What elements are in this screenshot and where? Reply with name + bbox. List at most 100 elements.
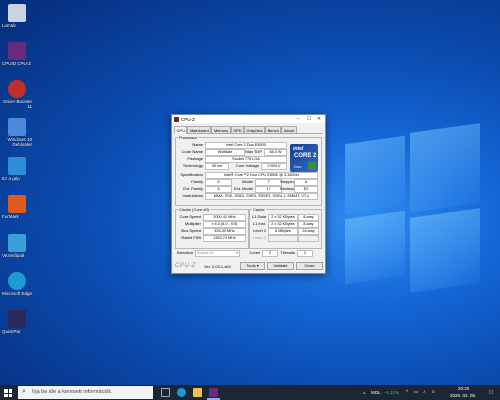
- spec-label: Specification: [180, 172, 203, 177]
- edge-taskbar-icon[interactable]: [177, 388, 186, 397]
- title-bar[interactable]: CPU-Z – ☐ ✕: [172, 115, 325, 123]
- desktop-icon-debloater[interactable]: Windows 10 Debloater: [2, 118, 32, 147]
- tab-memory[interactable]: Memory: [211, 126, 231, 133]
- cache-group-label: Cache: [252, 207, 266, 212]
- network-icon[interactable]: ▭: [414, 389, 418, 395]
- stock-name[interactable]: MOL: [371, 390, 381, 395]
- validate-button[interactable]: Validate: [267, 262, 294, 270]
- l1-data-way: 8-way: [298, 214, 319, 221]
- close-button[interactable]: Close: [296, 262, 323, 270]
- extmodel-value: 17: [255, 186, 282, 193]
- desktop-icon-cpuz[interactable]: CPUID CPU-Z: [2, 42, 32, 66]
- chevron-down-icon: ▾: [256, 263, 259, 268]
- codename-label: Code Name: [181, 149, 203, 154]
- instructions-value: MMX, SSE, SSE2, SSE3, SSSE3, SSE4.1, EM6…: [205, 193, 318, 200]
- search-box[interactable]: ⌕ Írja be ide a keresett információt.: [18, 386, 153, 399]
- package-label: Package: [187, 156, 203, 161]
- threads-value: 2: [297, 250, 313, 257]
- tab-about[interactable]: About: [281, 126, 297, 133]
- multiplier-value: x 6.0 (6.0 - 9.5): [203, 221, 246, 228]
- rated-fsb-value: 1333.74 MHz: [203, 235, 246, 242]
- multiplier-label: Multiplier: [184, 221, 201, 226]
- intel-core2-logo: intel CORE 2 Duo: [290, 144, 318, 172]
- speaker-icon[interactable]: ♪: [423, 389, 425, 394]
- notifications-icon[interactable]: ▢: [489, 389, 493, 395]
- search-icon: ⌕: [22, 388, 26, 395]
- level2-way: 24-way: [298, 228, 319, 235]
- tab-spd[interactable]: SPD: [230, 126, 245, 133]
- desktop-icon-edge[interactable]: Microsoft Edge: [2, 272, 32, 296]
- selection-label: Selection: [176, 250, 193, 255]
- extfamily-label: Ext. Family: [183, 186, 203, 191]
- desktop-icon-control-panel[interactable]: Vezérlőpult: [2, 234, 32, 258]
- clock-time[interactable]: 20:30: [458, 386, 469, 391]
- desktop-icon-this-pc[interactable]: Ez a gép: [2, 157, 32, 181]
- bus-speed-label: Bus Speed: [181, 228, 201, 233]
- l1-data-label: L1 Data: [251, 214, 266, 219]
- processor-group-label: Processor: [178, 135, 199, 140]
- selection-dropdown[interactable]: Socket #1 ▾: [195, 250, 240, 257]
- close-window-button[interactable]: ✕: [314, 115, 324, 123]
- spec-value: Intel® Core™2 Duo CPU E8500 @ 3.16GHz: [205, 172, 318, 179]
- desktop-icon-quickpar[interactable]: QuickPar: [2, 310, 32, 334]
- active-app-indicator: [207, 398, 220, 400]
- l1-inst-label: L1 Inst.: [252, 221, 266, 226]
- technology-value: 45 nm: [205, 163, 229, 170]
- start-button[interactable]: [4, 389, 12, 397]
- tab-cpu[interactable]: CPU: [174, 126, 188, 134]
- clocks-group-label: Clocks (Core #0): [178, 207, 211, 212]
- version-label: Ver. 2.03.1.x64: [204, 264, 231, 269]
- tab-bench[interactable]: Bench: [265, 126, 282, 133]
- core-speed-value: 2000.41 MHz: [203, 214, 246, 221]
- l1-inst-way: 8-way: [298, 221, 319, 228]
- revision-label: Revision: [280, 186, 296, 191]
- cores-value: 2: [262, 250, 278, 257]
- tray-chevron-icon[interactable]: ^: [406, 389, 408, 394]
- stepping-value: A: [294, 179, 318, 186]
- threads-label: Threads: [280, 250, 295, 255]
- language-icon[interactable]: ≡: [432, 389, 435, 394]
- extfamily-value: 6: [205, 186, 232, 193]
- name-value: Intel Core 2 Duo E8500: [205, 142, 287, 149]
- intel-chip-icon: [308, 162, 316, 170]
- cpuz-app-icon: [174, 116, 179, 122]
- name-label: Name: [192, 142, 203, 147]
- maximize-button[interactable]: ☐: [304, 115, 314, 123]
- taskbar: ⌕ Írja be ide a keresett információt. ▲ …: [0, 385, 500, 400]
- level3-way: [298, 235, 319, 242]
- window-title: CPU-Z: [181, 116, 195, 122]
- level3-label: Level 3: [253, 235, 266, 240]
- task-view-icon[interactable]: [161, 388, 170, 397]
- technology-label: Technology: [182, 163, 203, 168]
- file-explorer-icon[interactable]: [193, 388, 202, 397]
- model-value: 7: [255, 179, 282, 186]
- minimize-button[interactable]: –: [293, 115, 303, 123]
- tab-graphics[interactable]: Graphics: [244, 126, 266, 133]
- clock-date[interactable]: 2025. 02. 06.: [450, 393, 476, 398]
- bus-speed-value: 333.40 MHz: [203, 228, 246, 235]
- core-speed-label: Core Speed: [179, 214, 201, 219]
- level3-value: [268, 235, 298, 242]
- desktop-icon-recycle-bin[interactable]: Lomtár: [2, 4, 32, 28]
- stock-change[interactable]: +1,11%: [384, 390, 399, 395]
- revision-value: E0: [294, 186, 318, 193]
- maxtdp-label: Max TDP: [245, 149, 262, 154]
- l1-data-value: 2 x 32 KBytes: [268, 214, 298, 221]
- extmodel-label: Ext. Model: [234, 186, 253, 191]
- stepping-label: Stepping: [280, 179, 296, 184]
- instructions-label: Instructions: [182, 193, 203, 198]
- desktop-icon-furmark[interactable]: FurMark: [2, 195, 32, 219]
- rated-fsb-label: Rated FSB: [181, 235, 201, 240]
- level2-value: 6 MBytes: [268, 228, 298, 235]
- stock-up-icon: ▲: [362, 390, 367, 395]
- cpuz-taskbar-icon[interactable]: [209, 388, 218, 397]
- tools-button[interactable]: Tools ▾: [240, 262, 265, 270]
- tab-bar: CPU Mainboard Memory SPD Graphics Bench …: [174, 126, 323, 134]
- level2-label: Level 2: [253, 228, 266, 233]
- model-label: Model: [242, 179, 253, 184]
- maxtdp-value: 65.0 W: [264, 149, 287, 156]
- desktop-icon-driver-booster[interactable]: Driver Booster 11: [2, 80, 32, 109]
- cpuz-window: CPU-Z – ☐ ✕ CPU Mainboard Memory SPD Gra…: [171, 114, 326, 274]
- tab-mainboard[interactable]: Mainboard: [187, 126, 212, 133]
- cpuz-logo: CPU-Z: [175, 263, 196, 269]
